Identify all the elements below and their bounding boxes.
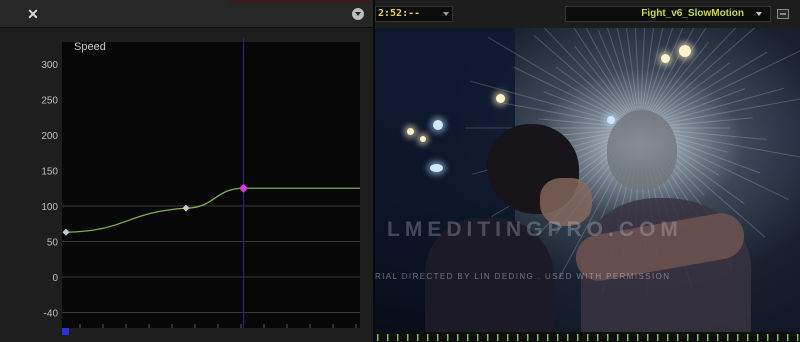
impact-ray (657, 50, 800, 120)
panel-top-strip (230, 0, 373, 3)
chevron-down-icon[interactable] (443, 12, 449, 16)
timeline-marker[interactable] (557, 334, 559, 341)
impact-ray (659, 131, 800, 158)
y-axis-ticks: 300 250 200 150 100 50 0 -40 (41, 60, 58, 320)
timeline-marker[interactable] (717, 334, 719, 341)
chevron-down-circle-icon[interactable] (352, 8, 364, 20)
timeline-marker[interactable] (547, 334, 549, 341)
y-tick-label: 300 (41, 60, 58, 71)
video-frame[interactable]: LMEDITINGPRO.COM RIAL DIRECTED BY LIN DE… (375, 28, 800, 332)
impact-ray (657, 136, 789, 201)
range-start-marker[interactable] (62, 328, 69, 335)
speed-graph[interactable]: 300 250 200 150 100 50 0 -40 Speed (0, 28, 373, 342)
timeline-marker[interactable] (437, 334, 439, 341)
impact-ray (487, 36, 624, 119)
impact-ray (573, 28, 630, 112)
timeline-marker[interactable] (617, 334, 619, 341)
y-tick-label: 50 (47, 238, 59, 249)
timeline-marker[interactable] (457, 334, 459, 341)
timeline-marker[interactable] (627, 334, 629, 341)
timeline-marker[interactable] (747, 334, 749, 341)
timeline-marker[interactable] (577, 334, 579, 341)
speed-panel-header: ✕ (0, 0, 373, 28)
impact-ray (635, 28, 640, 109)
timeline-marker[interactable] (467, 334, 469, 341)
timeline-marker[interactable] (657, 334, 659, 341)
timeline-marker[interactable] (497, 334, 499, 341)
y-tick-label: 0 (52, 273, 58, 284)
timeline-marker[interactable] (377, 334, 379, 341)
timeline-marker[interactable] (517, 334, 519, 341)
timeline-marker[interactable] (587, 334, 589, 341)
timeline-marker[interactable] (667, 334, 669, 341)
timeline-marker[interactable] (417, 334, 419, 341)
y-tick-label: -40 (44, 309, 59, 320)
speed-graph-panel: ✕ 300 250 200 150 100 50 0 -40 Speed (0, 0, 373, 342)
timeline-marker[interactable] (727, 334, 729, 341)
timeline-marker[interactable] (647, 334, 649, 341)
timeline-marker[interactable] (427, 334, 429, 341)
y-tick-label: 100 (41, 202, 58, 213)
y-tick-label: 150 (41, 167, 58, 178)
y-tick-label: 200 (41, 131, 58, 142)
impact-ray (654, 28, 756, 116)
timeline-marker[interactable] (607, 334, 609, 341)
timeline-marker[interactable] (507, 334, 509, 341)
graph-title: Speed (74, 41, 106, 53)
y-tick-label: 250 (41, 96, 58, 107)
clip-selector[interactable]: Fight_v6_SlowMotion (565, 6, 771, 22)
timeline-marker[interactable] (777, 334, 779, 341)
timeline-marker[interactable] (447, 334, 449, 341)
credit-text: RIAL DIRECTED BY LIN DEDING . USED WITH … (375, 272, 671, 281)
timeline-marker[interactable] (787, 334, 789, 341)
viewer-header: 2:52:-- Fight_v6_SlowMotion (375, 0, 800, 28)
timeline-marker[interactable] (537, 334, 539, 341)
impact-ray (470, 80, 621, 124)
timeline-marker[interactable] (397, 334, 399, 341)
timeline-marker[interactable] (767, 334, 769, 341)
timeline-marker[interactable] (407, 334, 409, 341)
timeline-marker[interactable] (487, 334, 489, 341)
timeline-marker[interactable] (527, 334, 529, 341)
timeline-marker[interactable] (677, 334, 679, 341)
viewer-panel: 2:52:-- Fight_v6_SlowMotion LMEDITINGPRO… (373, 0, 800, 342)
timeline-marker[interactable] (797, 334, 799, 341)
timeline-marker[interactable] (707, 334, 709, 341)
timeline-marker[interactable] (567, 334, 569, 341)
impact-ray (543, 28, 627, 114)
impact-ray (642, 28, 655, 109)
timeline-marker[interactable] (687, 334, 689, 341)
watermark: LMEDITINGPRO.COM (387, 218, 683, 241)
figure-right-head (607, 110, 677, 190)
close-icon[interactable]: ✕ (26, 7, 40, 21)
timeline-marker[interactable] (637, 334, 639, 341)
timeline-marker[interactable] (757, 334, 759, 341)
timeline-marker[interactable] (597, 334, 599, 341)
timecode-field[interactable]: 2:52:-- (375, 6, 453, 22)
timeline-marker[interactable] (477, 334, 479, 341)
timeline-marker[interactable] (737, 334, 739, 341)
timeline-marker[interactable] (697, 334, 699, 341)
clip-name: Fight_v6_SlowMotion (641, 8, 744, 19)
graph-plot-area[interactable] (62, 42, 360, 328)
timecode-value: 2:52:-- (378, 8, 421, 19)
overlay-toggle-icon[interactable] (777, 9, 789, 19)
chevron-down-icon[interactable] (756, 12, 762, 16)
timeline-markers[interactable] (375, 332, 800, 342)
timeline-marker[interactable] (387, 334, 389, 341)
speed-graph-svg[interactable]: 300 250 200 150 100 50 0 -40 Speed (0, 28, 373, 342)
